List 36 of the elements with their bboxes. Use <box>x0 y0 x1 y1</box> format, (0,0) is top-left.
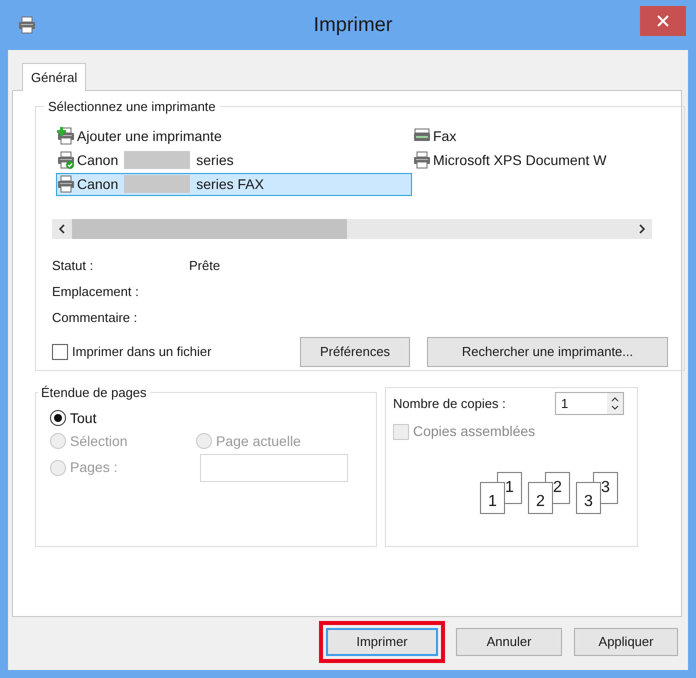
printer-item[interactable]: Microsoft XPS Document W <box>412 148 652 172</box>
copies-spinner[interactable]: 1 <box>555 392 624 415</box>
printer-icon <box>18 16 36 34</box>
printer-item[interactable]: Ajouter une imprimante <box>56 124 412 148</box>
printer-item[interactable]: Canon series <box>56 148 412 172</box>
collated-pages-drawing: 3 3 <box>576 472 618 514</box>
field-label: Commentaire : <box>52 308 138 327</box>
collated-pages-drawing: 1 1 <box>480 472 522 514</box>
group-title: Étendue de pages <box>40 384 148 402</box>
field-label: Emplacement : <box>52 282 140 301</box>
field-label: Nombre de copies : <box>393 394 506 413</box>
spin-arrows-icon <box>607 393 623 414</box>
printer-icon <box>57 175 75 193</box>
printer-item[interactable]: Fax <box>412 124 652 148</box>
dialog-button[interactable]: Imprimer <box>326 628 438 656</box>
radio-button[interactable]: Tout <box>50 408 362 428</box>
group-title: Sélectionnez une imprimante <box>47 98 217 116</box>
close-icon <box>657 15 669 27</box>
print-to-file-checkbox[interactable]: Imprimer dans un fichier <box>52 342 282 362</box>
window-title: Imprimer <box>312 13 394 38</box>
close-button[interactable] <box>640 6 686 36</box>
printer-item[interactable]: Canon series FAX <box>56 172 412 196</box>
dialog-button[interactable]: Rechercher une imprimante... <box>427 336 668 366</box>
dialog-button[interactable]: Préférences <box>300 336 410 366</box>
collated-pages-drawing: 2 2 <box>528 472 570 514</box>
scroll-left-icon <box>59 224 65 234</box>
printer-icon <box>413 151 431 169</box>
scrollbar-thumb[interactable] <box>72 218 347 238</box>
scroll-right-icon <box>639 224 645 234</box>
horizontal-scrollbar[interactable] <box>52 218 652 238</box>
field-value: Prête <box>189 256 220 275</box>
tab[interactable]: Général <box>22 63 86 91</box>
dialog-button[interactable]: Appliquer <box>574 628 678 656</box>
field-label: Statut : <box>52 256 94 275</box>
add-printer-icon <box>57 127 75 145</box>
dialog-button[interactable]: Annuler <box>456 628 562 656</box>
